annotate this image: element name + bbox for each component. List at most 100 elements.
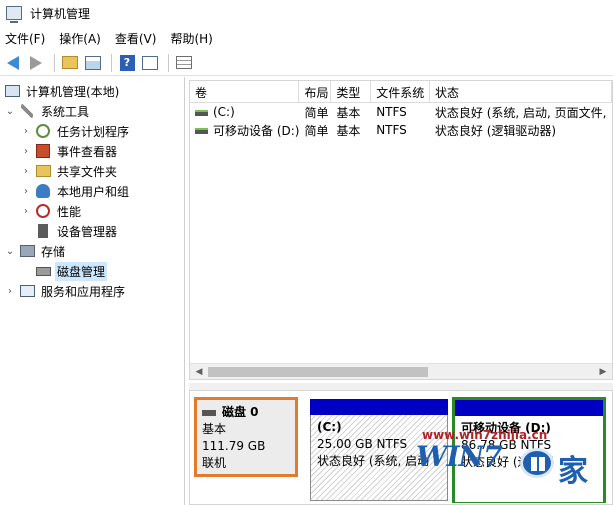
show-hide-tree-button[interactable] xyxy=(83,53,103,73)
horizontal-scrollbar[interactable]: ◀ ▶ xyxy=(190,363,612,379)
chevron-down-icon[interactable]: ⌄ xyxy=(4,245,16,257)
tree-item-local-users[interactable]: › 本地用户和组 xyxy=(0,181,184,201)
event-viewer-icon xyxy=(36,144,50,158)
tree-item-services-apps[interactable]: › 服务和应用程序 xyxy=(0,281,184,301)
tree-item-storage[interactable]: ⌄ 存储 xyxy=(0,241,184,261)
partition-size: 86.78 GB NTFS xyxy=(461,438,552,452)
toolbar-separator xyxy=(168,53,169,72)
scrollbar-thumb[interactable] xyxy=(208,367,428,377)
menu-view[interactable]: 查看(V) xyxy=(115,30,157,47)
disk-management-pane: 卷 布局 类型 文件系统 状态 (C:) 简单 基本 NTFS 状态良好 (系统… xyxy=(189,80,613,505)
scroll-right-icon[interactable]: ▶ xyxy=(597,366,609,378)
chevron-down-icon[interactable]: ⌄ xyxy=(4,105,16,117)
partition-d[interactable]: 可移动设备 (D:) 86.78 GB NTFS 状态良好 (逻辑驱 xyxy=(452,397,606,503)
chevron-right-icon[interactable]: › xyxy=(20,165,32,177)
properties-button[interactable] xyxy=(174,53,194,73)
volume-layout: 简单 xyxy=(304,123,329,138)
tree-item-device-manager[interactable]: 设备管理器 xyxy=(0,221,184,241)
partition-name: 可移动设备 (D:) xyxy=(461,421,551,435)
column-type[interactable]: 类型 xyxy=(331,81,372,102)
volume-filesystem: NTFS xyxy=(376,105,407,119)
volume-name: (C:) xyxy=(213,105,235,119)
forward-arrow-icon xyxy=(30,55,42,70)
tree-item-label: 性能 xyxy=(57,204,82,219)
action-pane-button[interactable] xyxy=(140,53,160,73)
partition-bar xyxy=(455,400,603,416)
tree-item-performance[interactable]: › 性能 xyxy=(0,201,184,221)
partition-size: 25.00 GB NTFS xyxy=(317,437,408,451)
chevron-right-icon[interactable]: › xyxy=(4,285,16,297)
disk-state: 联机 xyxy=(202,456,227,470)
toolbar: ? xyxy=(0,50,613,76)
menu-help[interactable]: 帮助(H) xyxy=(170,30,212,47)
disk-0-label[interactable]: 磁盘 0 基本 111.79 GB 联机 xyxy=(194,397,298,477)
scroll-left-icon[interactable]: ◀ xyxy=(193,366,205,378)
action-pane-icon xyxy=(142,55,158,70)
tree-item-root[interactable]: 计算机管理(本地) xyxy=(0,81,184,101)
tree-item-shared-folders[interactable]: › 共享文件夹 xyxy=(0,161,184,181)
tree-item-label: 共享文件夹 xyxy=(57,164,118,179)
tree-item-label: 任务计划程序 xyxy=(57,124,130,139)
column-filesystem[interactable]: 文件系统 xyxy=(371,81,430,102)
tools-icon xyxy=(21,104,33,118)
clock-icon xyxy=(36,124,50,138)
tree-item-system-tools[interactable]: ⌄ 系统工具 xyxy=(0,101,184,121)
users-icon xyxy=(36,184,50,198)
tree-item-label: 存储 xyxy=(41,244,66,259)
forward-button[interactable] xyxy=(26,53,46,73)
console-tree-icon xyxy=(85,55,101,70)
disk-size: 111.79 GB xyxy=(202,439,266,453)
chevron-right-icon[interactable]: › xyxy=(20,125,32,137)
toolbar-separator xyxy=(54,53,55,72)
column-layout[interactable]: 布局 xyxy=(299,81,332,102)
performance-icon xyxy=(36,204,50,218)
up-folder-button[interactable] xyxy=(60,53,80,73)
disk-icon xyxy=(202,409,216,416)
partition-name: (C:) xyxy=(317,420,342,434)
window-title: 计算机管理 xyxy=(30,6,91,21)
help-button[interactable]: ? xyxy=(117,53,137,73)
disk-name: 磁盘 0 xyxy=(222,405,259,419)
partition-c[interactable]: (C:) 25.00 GB NTFS 状态良好 (系统, 启动 xyxy=(310,399,448,501)
column-volume[interactable]: 卷 xyxy=(190,81,300,102)
volume-layout: 简单 xyxy=(304,105,329,120)
folder-up-icon xyxy=(62,56,78,69)
disk-kind: 基本 xyxy=(202,422,227,436)
storage-icon xyxy=(19,245,35,257)
volume-type: 基本 xyxy=(336,123,361,138)
chevron-right-icon[interactable]: › xyxy=(20,205,32,217)
tree-item-event-viewer[interactable]: › 事件查看器 xyxy=(0,141,184,161)
table-row[interactable]: 可移动设备 (D:) 简单 基本 NTFS 状态良好 (逻辑驱动器) xyxy=(190,121,612,139)
volume-status: 状态良好 (逻辑驱动器) xyxy=(434,123,557,138)
partition-bar xyxy=(310,399,448,415)
volume-name: 可移动设备 (D:) xyxy=(213,123,300,138)
column-status[interactable]: 状态 xyxy=(430,81,612,102)
tree-item-disk-management[interactable]: 磁盘管理 xyxy=(0,261,184,281)
table-row[interactable]: (C:) 简单 基本 NTFS 状态良好 (系统, 启动, 页面文件, xyxy=(190,103,612,121)
chevron-right-icon[interactable]: › xyxy=(20,145,32,157)
help-icon: ? xyxy=(119,54,135,71)
volume-icon xyxy=(195,128,208,134)
tree-item-label: 服务和应用程序 xyxy=(41,284,126,299)
column-headers: 卷 布局 类型 文件系统 状态 xyxy=(190,81,612,103)
computer-icon xyxy=(4,85,20,97)
title-bar: 计算机管理 xyxy=(0,0,613,26)
list-icon xyxy=(176,56,192,69)
tree-item-label: 磁盘管理 xyxy=(55,261,108,281)
volume-status: 状态良好 (系统, 启动, 页面文件, xyxy=(434,105,607,120)
tree-item-task-scheduler[interactable]: › 任务计划程序 xyxy=(0,121,184,141)
services-icon xyxy=(19,285,35,297)
console-tree: 计算机管理(本地) ⌄ 系统工具 › 任务计划程序 › 事件查看器 › 共享文件… xyxy=(0,77,185,505)
chevron-right-icon[interactable]: › xyxy=(20,185,32,197)
partition-status: 状态良好 (逻辑驱 xyxy=(461,455,554,469)
volume-type: 基本 xyxy=(336,105,361,120)
menu-file[interactable]: 文件(F) xyxy=(5,30,45,47)
tree-item-label: 事件查看器 xyxy=(57,144,118,159)
back-arrow-icon xyxy=(7,55,19,70)
back-button[interactable] xyxy=(3,53,23,73)
device-manager-icon xyxy=(38,224,48,238)
menu-action[interactable]: 操作(A) xyxy=(59,30,101,47)
partition-status: 状态良好 (系统, 启动 xyxy=(317,454,430,468)
pane-splitter[interactable] xyxy=(189,383,613,390)
volume-icon xyxy=(195,109,208,116)
